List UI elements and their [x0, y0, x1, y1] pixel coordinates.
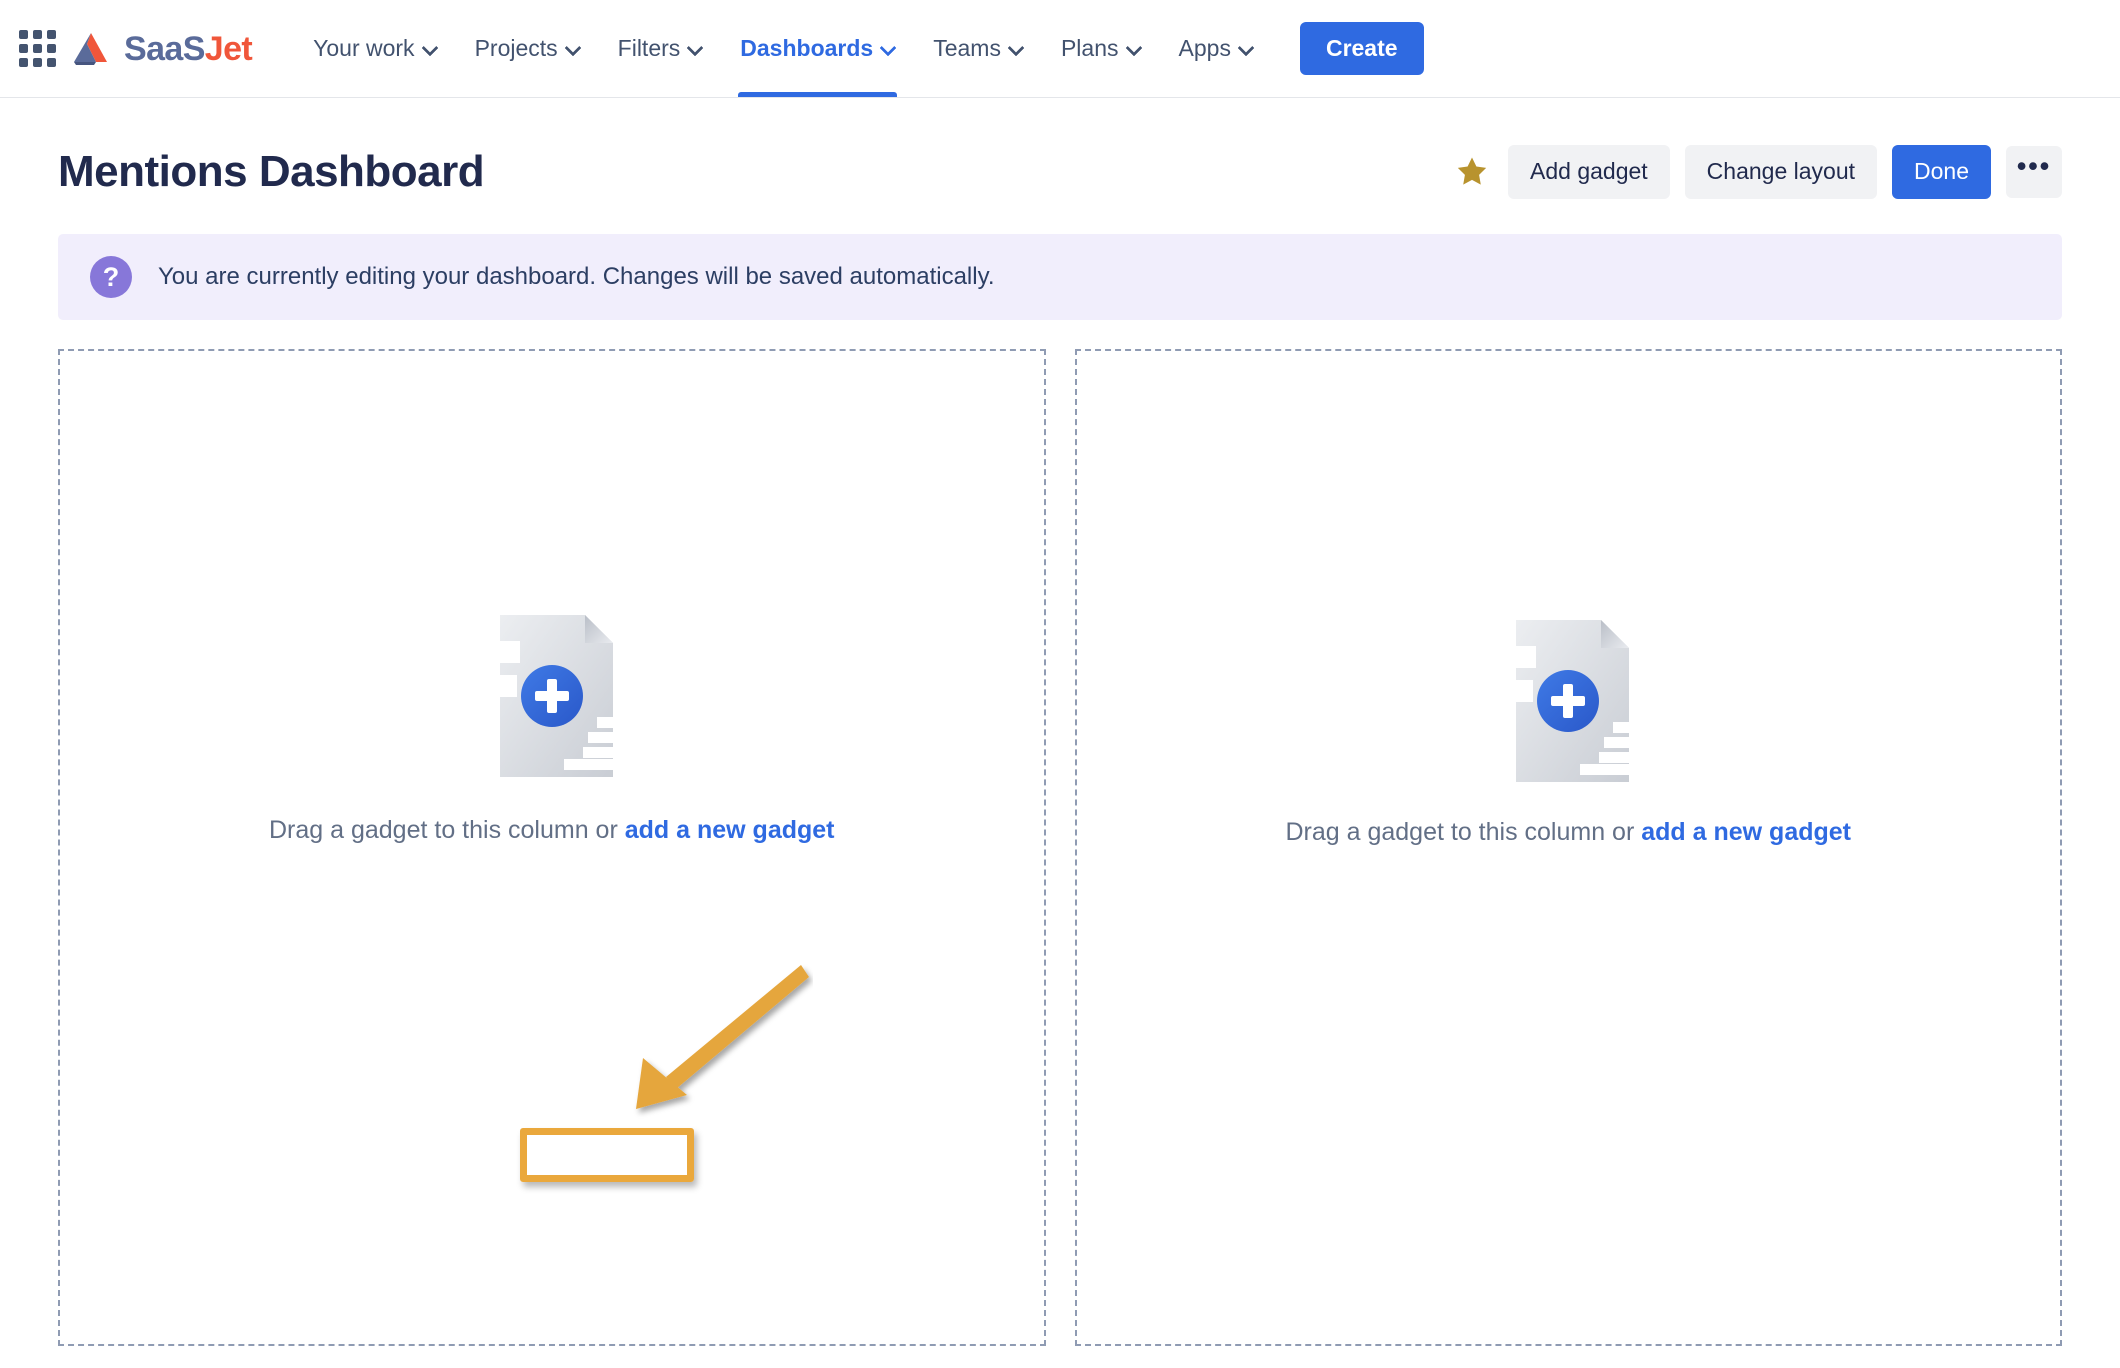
nav-item-apps[interactable]: Apps — [1160, 0, 1272, 97]
nav-item-label: Projects — [475, 35, 558, 62]
apps-grid-dot — [19, 44, 28, 53]
page-title: Mentions Dashboard — [58, 148, 484, 196]
brand-logo[interactable]: SaaSJet — [70, 31, 252, 67]
chevron-down-icon — [881, 40, 895, 54]
more-actions-button[interactable]: ••• — [2006, 146, 2062, 198]
star-filled-icon — [1455, 155, 1489, 189]
saasjet-logo-icon — [70, 31, 114, 67]
nav-item-teams[interactable]: Teams — [914, 0, 1042, 97]
apps-grid-dot — [19, 30, 28, 39]
header-actions: Add gadget Change layout Done ••• — [1451, 145, 2062, 199]
nav-item-label: Plans — [1061, 35, 1119, 62]
nav-item-dashboards[interactable]: Dashboards — [721, 0, 914, 97]
dashboard-columns: Drag a gadget to this column or add a ne… — [58, 349, 2062, 1346]
chevron-down-icon — [1009, 40, 1023, 54]
add-gadget-illustration — [457, 601, 647, 791]
nav-item-label: Your work — [313, 35, 414, 62]
apps-grid-dot — [47, 44, 56, 53]
nav-item-label: Apps — [1179, 35, 1231, 62]
top-navigation-bar: SaaSJet Your work Projects Filters Dashb… — [0, 0, 2120, 98]
apps-grid-icon[interactable] — [14, 26, 60, 72]
change-layout-button[interactable]: Change layout — [1685, 145, 1877, 199]
page-header: Mentions Dashboard Add gadget Change lay… — [0, 98, 2120, 208]
add-new-gadget-link[interactable]: add a new gadget — [1641, 818, 1851, 846]
dashboard-column-left[interactable]: Drag a gadget to this column or add a ne… — [58, 349, 1046, 1346]
chevron-down-icon — [688, 40, 702, 54]
nav-item-filters[interactable]: Filters — [599, 0, 722, 97]
add-new-gadget-link[interactable]: add a new gadget — [625, 816, 835, 844]
column-caption-prefix: Drag a gadget to this column or — [269, 816, 625, 844]
create-button[interactable]: Create — [1300, 22, 1424, 75]
apps-grid-dot — [33, 44, 42, 53]
column-empty-caption: Drag a gadget to this column or add a ne… — [1285, 818, 1851, 847]
add-gadget-button[interactable]: Add gadget — [1508, 145, 1670, 199]
apps-grid-dot — [33, 30, 42, 39]
brand-name-part1: SaaS — [124, 30, 205, 68]
chevron-down-icon — [1127, 40, 1141, 54]
column-empty-state: Drag a gadget to this column or add a ne… — [60, 601, 1044, 845]
nav-item-label: Dashboards — [740, 35, 873, 62]
nav-item-your-work[interactable]: Your work — [294, 0, 455, 97]
apps-grid-dot — [47, 58, 56, 67]
chevron-down-icon — [566, 40, 580, 54]
apps-grid-dot — [47, 30, 56, 39]
chevron-down-icon — [423, 40, 437, 54]
apps-grid-dot — [33, 58, 42, 67]
column-caption-prefix: Drag a gadget to this column or — [1285, 818, 1641, 846]
brand-name-part2: Jet — [205, 30, 252, 68]
brand-name: SaaSJet — [124, 32, 252, 66]
editing-banner: ? You are currently editing your dashboa… — [58, 234, 2062, 320]
nav-item-label: Filters — [618, 35, 681, 62]
chevron-down-icon — [1239, 40, 1253, 54]
nav-item-label: Teams — [933, 35, 1001, 62]
favorite-star-button[interactable] — [1451, 151, 1493, 193]
done-button[interactable]: Done — [1892, 145, 1991, 199]
dashboard-column-right[interactable]: Drag a gadget to this column or add a ne… — [1075, 349, 2063, 1346]
question-mark-icon: ? — [90, 256, 132, 298]
nav-item-plans[interactable]: Plans — [1042, 0, 1160, 97]
editing-banner-text: You are currently editing your dashboard… — [158, 263, 994, 291]
column-empty-caption: Drag a gadget to this column or add a ne… — [269, 816, 835, 845]
nav-item-projects[interactable]: Projects — [456, 0, 599, 97]
add-gadget-illustration — [1473, 606, 1663, 796]
nav-items: Your work Projects Filters Dashboards Te… — [294, 0, 1272, 97]
column-empty-state: Drag a gadget to this column or add a ne… — [1077, 606, 2061, 847]
apps-grid-dot — [19, 58, 28, 67]
